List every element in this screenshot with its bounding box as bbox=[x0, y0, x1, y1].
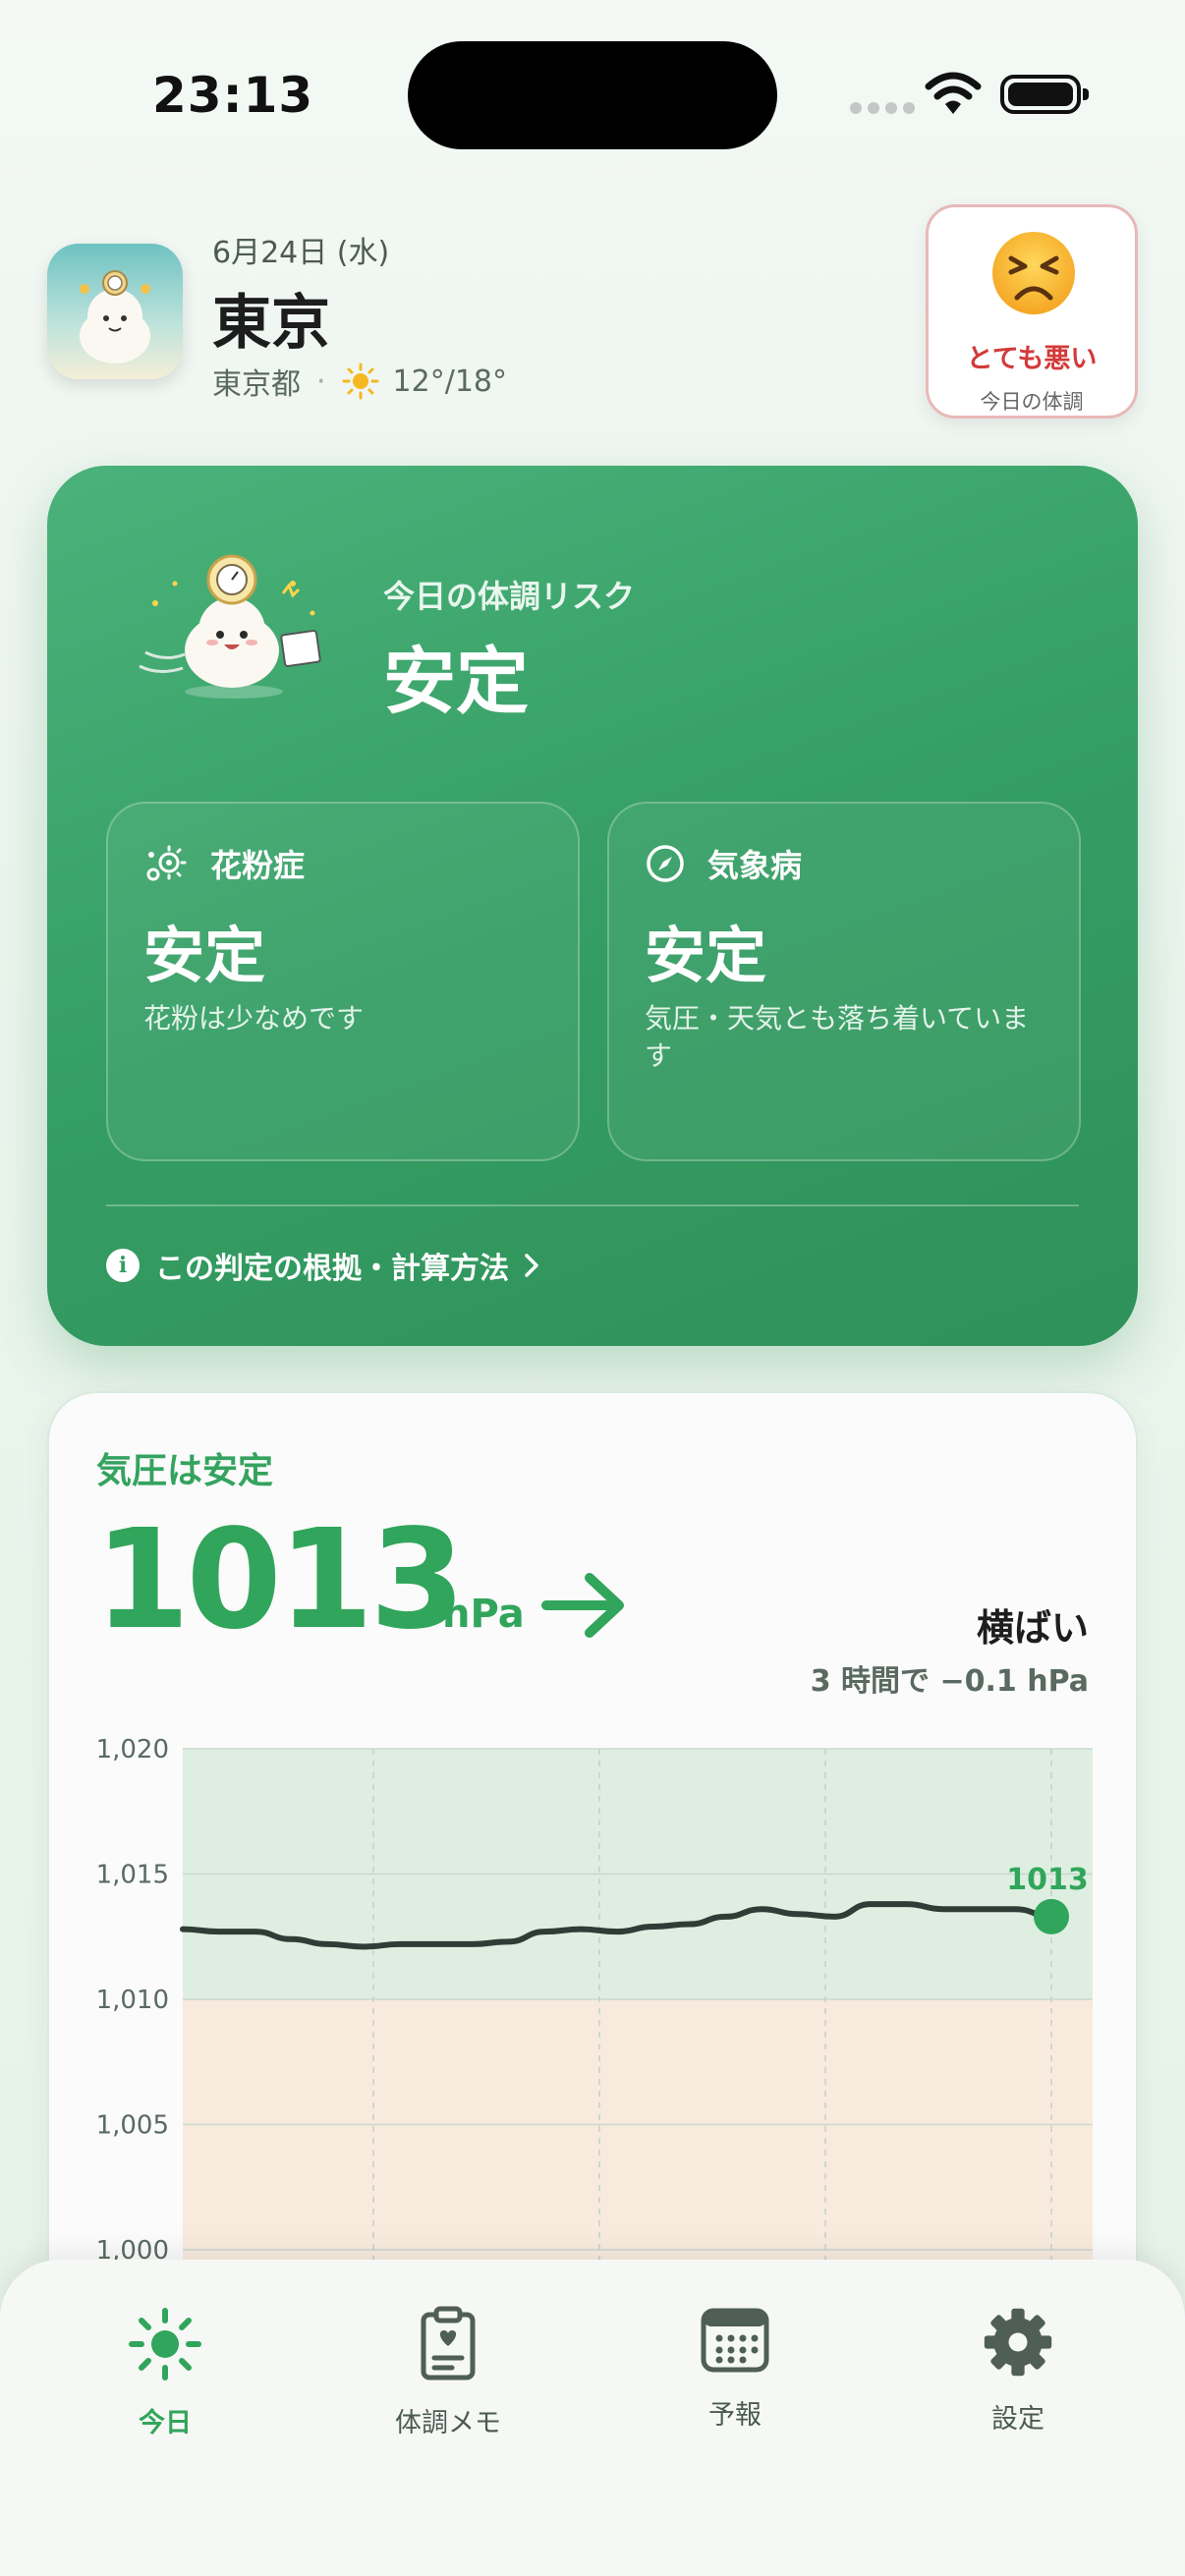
header-weather-summary: 東京都 · 12°/18° bbox=[212, 360, 507, 403]
weather-sickness-title: 気象病 bbox=[707, 847, 803, 884]
tab-today-label: 今日 bbox=[139, 2408, 192, 2438]
pollen-icon bbox=[146, 845, 187, 881]
pressure-trend: 横ばい bbox=[976, 1606, 1089, 1650]
header-city[interactable]: 東京 bbox=[212, 275, 330, 361]
chart-tick-label: 1,020 bbox=[96, 1735, 169, 1764]
status-time: 23:13 bbox=[152, 67, 314, 124]
tab-bar: 今日 体調メモ 予報 設定 bbox=[0, 2260, 1185, 2576]
chart-tick-label: 1,015 bbox=[96, 1861, 169, 1890]
divider bbox=[106, 1204, 1079, 1206]
risk-card: 今日の体調リスク 安定 花粉症 安定 花粉は少なめです 気象病 安定 気圧・天気… bbox=[47, 466, 1138, 1346]
mood-caption: 今日の体調 bbox=[980, 390, 1084, 414]
pressure-trend-detail: 3 時間で −0.1 hPa bbox=[810, 1664, 1089, 1699]
chart-current-label: 1013 bbox=[1006, 1863, 1089, 1897]
separator-dot: · bbox=[316, 364, 326, 399]
pressure-value: 1013 bbox=[94, 1500, 466, 1660]
info-icon: i bbox=[106, 1249, 140, 1282]
pressure-title: 気圧は安定 bbox=[96, 1451, 274, 1491]
tab-condition-memo-label: 体調メモ bbox=[395, 2408, 501, 2438]
chevron-right-icon bbox=[525, 1254, 538, 1277]
risk-caption: 今日の体調リスク bbox=[383, 578, 636, 615]
chart-tick-label: 1,010 bbox=[96, 1986, 169, 2015]
calculation-method-link[interactable]: i この判定の根拠・計算方法 bbox=[106, 1244, 540, 1287]
pollen-card-header: 花粉症 bbox=[143, 841, 305, 886]
today-mood-button[interactable]: とても悪い 今日の体調 bbox=[926, 204, 1138, 419]
mood-label: とても悪い bbox=[966, 344, 1098, 374]
tab-settings-label: 設定 bbox=[991, 2404, 1044, 2435]
pollen-value: 安定 bbox=[143, 920, 266, 991]
risk-value: 安定 bbox=[383, 640, 529, 724]
sun-icon bbox=[129, 2308, 201, 2380]
weather-sickness-value: 安定 bbox=[645, 920, 767, 991]
wifi-icon bbox=[925, 72, 982, 114]
clipboard-heart-icon bbox=[421, 2306, 476, 2380]
chart-tick-label: 1,005 bbox=[96, 2111, 169, 2141]
calendar-icon bbox=[701, 2308, 769, 2373]
chart-current-point bbox=[1034, 1898, 1069, 1934]
compass-icon bbox=[647, 845, 684, 882]
pollen-card[interactable]: 花粉症 安定 花粉は少なめです bbox=[106, 802, 580, 1161]
pressure-card: 気圧は安定 1013 hPa 横ばい 3 時間で −0.1 hPa 1,020 1… bbox=[47, 1391, 1138, 2374]
battery-icon bbox=[1000, 75, 1089, 114]
arrow-right-icon bbox=[541, 1573, 624, 1638]
pressure-unit: hPa bbox=[442, 1592, 525, 1637]
tab-forecast[interactable]: 予報 bbox=[637, 2305, 833, 2432]
cellular-signal-icon bbox=[850, 102, 915, 114]
tab-condition-memo[interactable]: 体調メモ bbox=[350, 2305, 546, 2439]
header-temperature: 12°/18° bbox=[392, 364, 508, 399]
pollen-title: 花粉症 bbox=[210, 847, 306, 884]
persevering-face-icon bbox=[992, 232, 1075, 314]
gear-icon bbox=[984, 2308, 1052, 2377]
calculation-method-label: この判定の根拠・計算方法 bbox=[155, 1252, 509, 1286]
status-bar: 23:13 bbox=[0, 0, 1185, 187]
header-date: 6月24日 (水) bbox=[212, 236, 390, 270]
app-logo bbox=[47, 244, 183, 379]
tab-settings[interactable]: 設定 bbox=[920, 2305, 1116, 2436]
dynamic-island bbox=[408, 41, 777, 149]
tab-today[interactable]: 今日 bbox=[67, 2305, 263, 2439]
weather-sickness-card[interactable]: 気象病 安定 気圧・天気とも落ち着いています bbox=[607, 802, 1081, 1161]
weather-sickness-desc: 気圧・天気とも落ち着いています bbox=[645, 1002, 1030, 1072]
pollen-desc: 花粉は少なめです bbox=[143, 1002, 365, 1035]
weather-sickness-card-header: 気象病 bbox=[645, 841, 802, 886]
mascot-illustration bbox=[139, 554, 321, 699]
tab-forecast-label: 予報 bbox=[708, 2400, 762, 2431]
header-prefecture: 東京都 bbox=[212, 367, 301, 402]
sunny-icon bbox=[342, 363, 379, 400]
